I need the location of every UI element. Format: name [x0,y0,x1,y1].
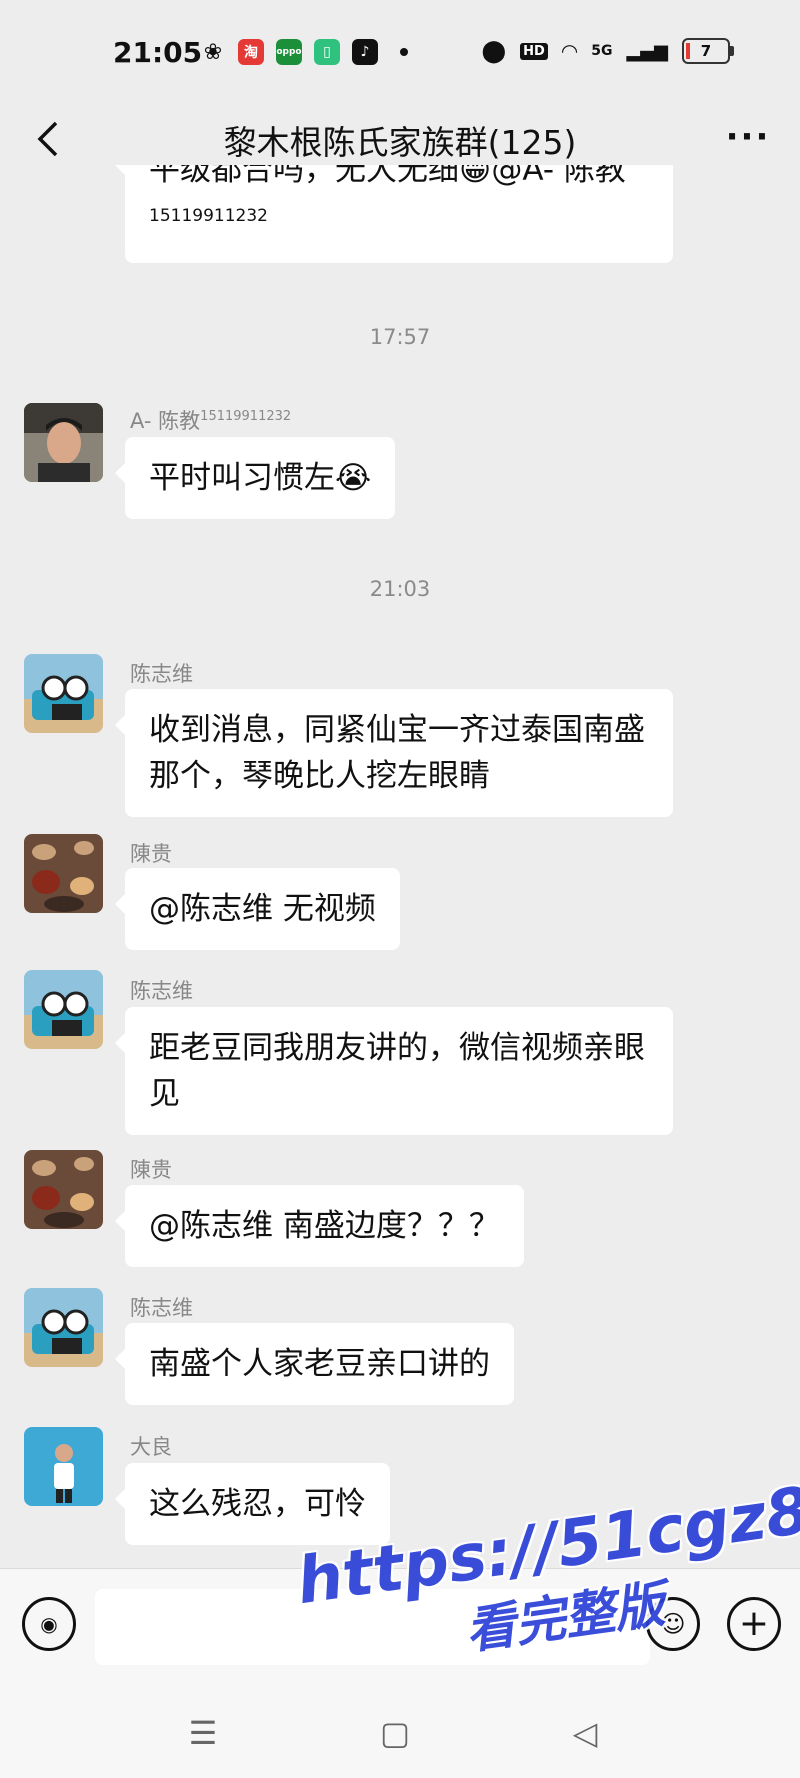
battery-level: 7 [700,42,712,60]
more-icon: ··· [725,117,771,157]
message-bubble[interactable]: @陈志维 南盛边度？？？ [115,1185,524,1267]
robot-avatar-icon [24,970,103,1049]
timestamp: 21:03 [369,577,431,601]
battery-icon: 7 [682,38,734,64]
robot-avatar-icon [24,1288,103,1367]
battery-app-icon: ▯ [314,39,340,65]
message-list[interactable]: 平级都合吗，无大无细😁@A- 陈教 15119911232 17:57 A- 陈教… [0,165,800,1565]
sender-name-text: A- 陈教 [130,409,201,433]
plus-icon: + [738,1603,770,1644]
message-text: 南盛个人家老豆亲口讲的 [149,1346,490,1382]
input-bar: ◉ ☺ + [0,1568,800,1689]
sender-name: A- 陈教15119911232 [130,405,291,435]
message-bubble[interactable]: 平级都合吗，无大无细😁@A- 陈教 15119911232 [115,165,673,264]
hd-badge: HD [520,42,548,60]
status-app-icons: ❀ 淘 oppo ▯ ♪ [200,39,408,65]
message-bubble[interactable]: 距老豆同我朋友讲的，微信视频亲眼见 [115,1007,673,1135]
chat-title: 黎木根陈氏家族群(125) [223,123,577,162]
back-triangle-icon: ◁ [572,1714,598,1752]
location-icon: ⬤ [481,38,507,64]
notification-dot [400,48,408,56]
emoji-icon: ☺ [660,1610,686,1638]
message-text: 平级都合吗，无大无细😁@A- 陈教 [149,165,626,188]
home-nav-button[interactable]: ▢ [370,1708,420,1758]
tea-avatar-icon [24,834,103,913]
message-bubble[interactable]: 平时叫习惯左😭 [114,437,396,519]
voice-button[interactable]: ◉ [22,1597,76,1651]
wifi-icon: ◠ [561,39,578,63]
avatar[interactable] [24,1427,103,1506]
message-text: 这么残忍，可怜 [149,1486,366,1522]
signal-5g: 5G [591,43,613,59]
avatar[interactable] [24,1150,103,1229]
robot-avatar-icon [24,654,103,733]
avatar[interactable] [24,970,103,1049]
emoji-button[interactable]: ☺ [646,1597,700,1651]
menu-icon: ☰ [188,1714,218,1752]
signal-bars-icon: ▂▄▆ [626,40,668,62]
status-bar: 21:05 ❀ 淘 oppo ▯ ♪ ⬤ HD ◠ 5G ▂▄▆ 7 [0,0,800,100]
message-bubble[interactable]: 这么残忍，可怜 [115,1463,390,1545]
message-text: 平时叫习惯左😭 [149,460,372,496]
tiktok-icon: ♪ [352,39,378,65]
message-text: 距老豆同我朋友讲的，微信视频亲眼见 [149,1030,645,1112]
person-avatar-icon [24,1427,103,1506]
panda-icon: ❀ [203,39,223,65]
avatar[interactable] [24,403,103,482]
voice-icon: ◉ [40,1612,58,1636]
more-options-button[interactable]: ··· [720,112,776,162]
avatar[interactable] [24,834,103,913]
home-icon: ▢ [379,1714,411,1752]
back-nav-button[interactable]: ◁ [560,1708,610,1758]
oppo-icon: oppo [276,39,302,65]
sender-name: 陳贵 [130,1158,172,1182]
person-photo-icon [24,403,103,482]
sender-name: 大良 [130,1435,172,1459]
message-bubble[interactable]: 收到消息，同紧仙宝一齐过泰国南盛那个，琴晚比人挖左眼睛 [115,689,673,817]
sender-name: 陈志维 [130,662,193,686]
message-text: @陈志维 南盛边度？？？ [149,1208,500,1244]
sender-name: 陳贵 [130,842,172,866]
sender-name: 陈志维 [130,1296,193,1320]
message-input[interactable] [95,1589,650,1665]
message-bubble[interactable]: @陈志维 无视频 [115,868,400,950]
timestamp: 17:57 [369,325,431,349]
taobao-icon: 淘 [238,39,264,65]
message-text-suffix: 15119911232 [149,206,268,226]
menu-nav-button[interactable]: ☰ [178,1708,228,1758]
avatar[interactable] [24,1288,103,1367]
system-nav-bar: ☰ ▢ ◁ [0,1688,800,1778]
message-text: 收到消息，同紧仙宝一齐过泰国南盛那个，琴晚比人挖左眼睛 [149,712,645,794]
message-text: @陈志维 无视频 [149,891,376,927]
more-actions-button[interactable]: + [727,1597,781,1651]
message-bubble[interactable]: 南盛个人家老豆亲口讲的 [115,1323,514,1405]
status-time: 21:05 [113,36,203,69]
sender-name: 陈志维 [130,979,193,1003]
tea-avatar-icon [24,1150,103,1229]
status-right: ⬤ HD ◠ 5G ▂▄▆ 7 [481,38,734,64]
avatar[interactable] [24,654,103,733]
sender-name-suffix: 15119911232 [200,409,292,424]
